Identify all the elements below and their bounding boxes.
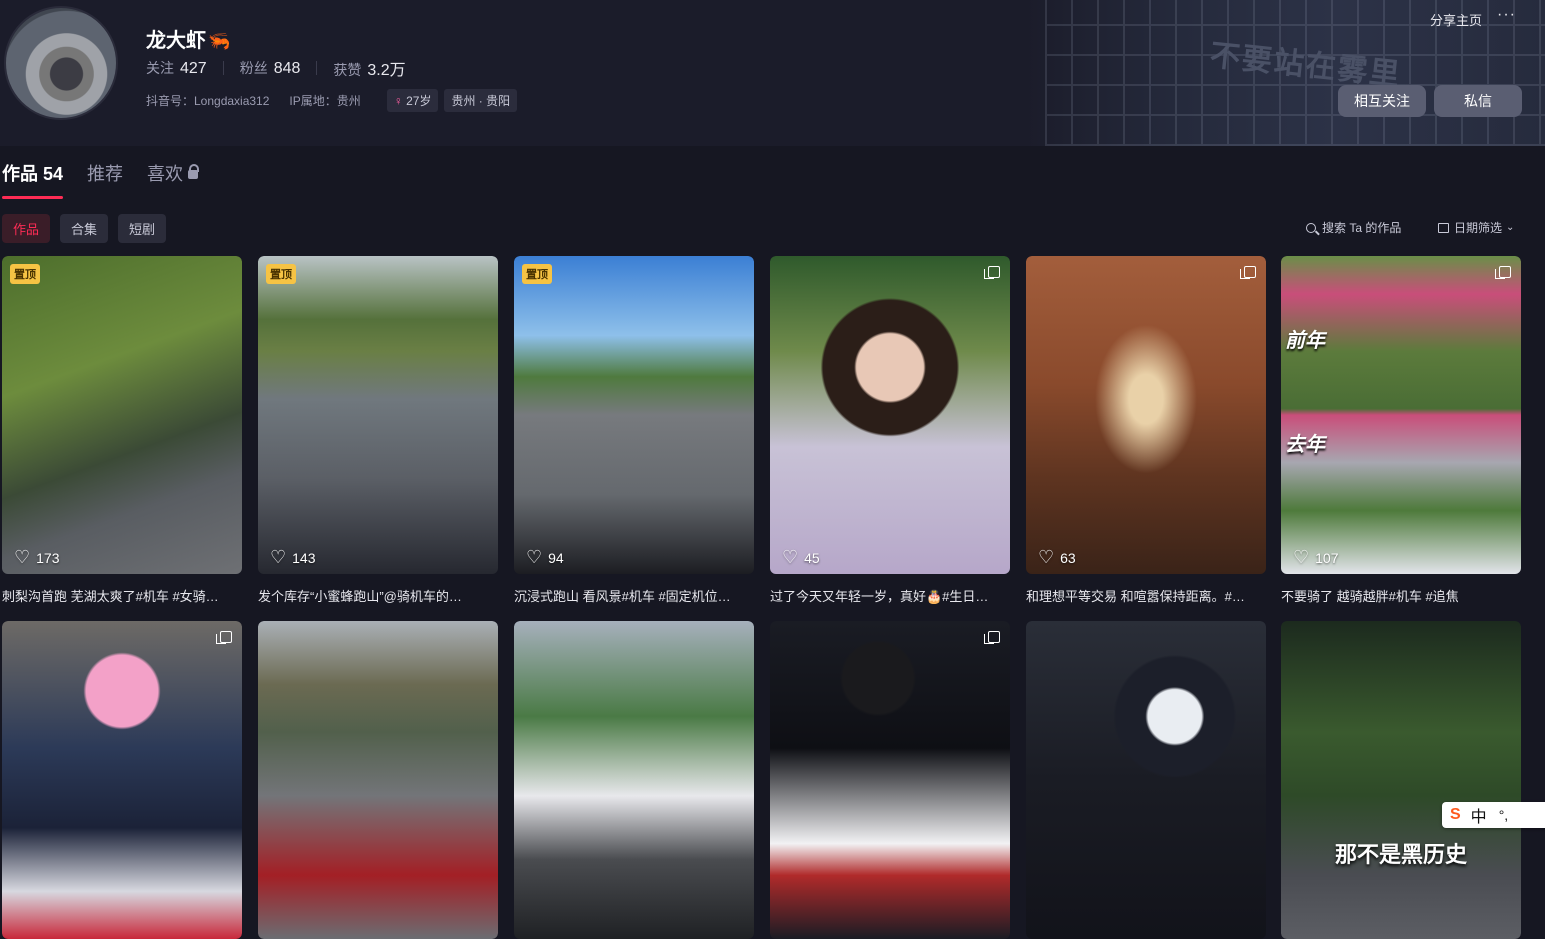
video-card[interactable]: 前年 去年 ♡ 107 不要骑了 越骑越胖#机车 #追焦 <box>1281 256 1521 605</box>
followers-stat[interactable]: 粉丝 848 <box>240 58 301 78</box>
video-thumbnail[interactable]: 那不是黑历史 <box>1281 621 1521 939</box>
subtab-collections[interactable]: 合集 <box>60 214 109 243</box>
profile-meta: 抖音号：Longdaxia312 IP属地：贵州 ♀ 27岁 贵州 · 贵阳 <box>146 89 518 112</box>
ime-toolbar[interactable]: S 中 °, <box>1442 802 1545 828</box>
avatar[interactable] <box>4 6 118 120</box>
video-thumbnail[interactable] <box>770 621 1010 939</box>
video-thumbnail[interactable]: 前年 去年 ♡ 107 <box>1281 256 1521 574</box>
overlay-text: 前年 <box>1285 330 1325 352</box>
video-thumbnail[interactable]: 置顶 ♡ 94 <box>514 256 754 574</box>
video-caption[interactable]: 和理想平等交易 和喧嚣保持距离。#… <box>1026 586 1266 605</box>
video-card[interactable] <box>2 621 242 939</box>
lock-icon <box>188 164 200 179</box>
profile-header: 不要站在雾里 龙大虾 🦐 关注 427 粉丝 848 获赞 3.2万 抖音号：Longd… <box>0 0 1545 146</box>
video-card[interactable]: ♡ 63 和理想平等交易 和喧嚣保持距离。#… <box>1026 256 1266 605</box>
female-icon: ♀ <box>393 94 403 108</box>
tab-works[interactable]: 作品 54 <box>2 160 64 200</box>
video-card[interactable]: 置顶 ♡ 94 沉浸式跑山 看风景#机车 #固定机位… <box>514 256 754 605</box>
video-card[interactable] <box>514 621 754 939</box>
like-count: ♡ 94 <box>526 547 564 567</box>
chevron-down-icon: ⌄ <box>1506 222 1515 233</box>
like-count: ♡ 45 <box>782 547 820 567</box>
video-card[interactable] <box>258 621 498 939</box>
video-caption[interactable]: 刺梨沟首跑 芜湖太爽了#机车 #女骑… <box>2 586 242 605</box>
ime-language[interactable]: 中 <box>1471 803 1487 827</box>
video-card[interactable]: 置顶 ♡ 173 刺梨沟首跑 芜湖太爽了#机车 #女骑… <box>2 256 242 605</box>
heart-icon: ♡ <box>1038 547 1055 567</box>
heart-icon: ♡ <box>526 547 543 567</box>
ip-location: IP属地：贵州 <box>289 94 361 108</box>
video-thumbnail[interactable] <box>1026 621 1266 939</box>
pinned-badge: 置顶 <box>522 264 552 284</box>
subtab-shortdrama[interactable]: 短剧 <box>118 214 167 243</box>
search-works[interactable]: 搜索 Ta 的作品 <box>1306 219 1401 236</box>
heart-icon: ♡ <box>782 547 799 567</box>
video-thumbnail[interactable] <box>258 621 498 939</box>
subtab-works[interactable]: 作品 <box>2 214 51 243</box>
video-card[interactable]: ♡ 45 过了今天又年轻一岁，真好🎂#生日… <box>770 256 1010 605</box>
gallery-icon <box>984 266 1000 279</box>
heart-icon: ♡ <box>270 547 287 567</box>
sub-tabs: 作品 合集 短剧 <box>2 214 176 243</box>
profile-tabs: 作品 54 推荐 喜欢 <box>2 160 222 200</box>
profile-name: 龙大虾 🦐 <box>146 30 231 52</box>
location-badge: 贵州 · 贵阳 <box>444 89 518 112</box>
video-caption[interactable]: 过了今天又年轻一岁，真好🎂#生日… <box>770 586 1010 605</box>
video-thumbnail[interactable] <box>2 621 242 939</box>
video-thumbnail[interactable]: 置顶 ♡ 143 <box>258 256 498 574</box>
video-card[interactable]: 那不是黑历史 <box>1281 621 1521 939</box>
mutual-follow-button[interactable]: 相互关注 <box>1338 85 1426 117</box>
age-badge: ♀ 27岁 <box>386 89 439 112</box>
message-button[interactable]: 私信 <box>1434 85 1522 117</box>
pinned-badge: 置顶 <box>10 264 40 284</box>
likes-stat: 获赞 3.2万 <box>333 62 406 79</box>
video-card[interactable] <box>1026 621 1266 939</box>
gallery-icon <box>984 631 1000 644</box>
video-card[interactable]: 置顶 ♡ 143 发个库存“小蜜蜂跑山”@骑机车的… <box>258 256 498 605</box>
more-icon[interactable]: ··· <box>1497 6 1516 24</box>
video-caption[interactable]: 沉浸式跑山 看风景#机车 #固定机位… <box>514 586 754 605</box>
overlay-text: 那不是黑历史 <box>1334 842 1467 867</box>
sogou-logo-icon: S <box>1450 806 1461 823</box>
heart-icon: ♡ <box>1293 547 1310 567</box>
ime-punctuation[interactable]: °, <box>1499 807 1509 823</box>
calendar-icon <box>1438 222 1449 233</box>
video-thumbnail[interactable] <box>514 621 754 939</box>
share-homepage-link[interactable]: 分享主页 <box>1430 10 1482 29</box>
video-thumbnail[interactable]: ♡ 45 <box>770 256 1010 574</box>
tab-recommend[interactable]: 推荐 <box>87 160 123 200</box>
video-caption[interactable]: 不要骑了 越骑越胖#机车 #追焦 <box>1281 586 1521 605</box>
like-count: ♡ 107 <box>1293 547 1339 567</box>
profile-stats: 关注 427 粉丝 848 获赞 3.2万 <box>146 56 406 80</box>
douyin-id: 抖音号：Longdaxia312 <box>146 94 270 108</box>
video-caption[interactable]: 发个库存“小蜜蜂跑山”@骑机车的… <box>258 586 498 605</box>
tab-likes[interactable]: 喜欢 <box>147 160 200 200</box>
video-thumbnail[interactable]: ♡ 63 <box>1026 256 1266 574</box>
gallery-icon <box>1240 266 1256 279</box>
overlay-text: 去年 <box>1285 434 1325 456</box>
date-filter[interactable]: 日期筛选 ⌄ <box>1438 219 1514 236</box>
video-card[interactable] <box>770 621 1010 939</box>
gallery-icon <box>216 631 232 644</box>
like-count: ♡ 143 <box>270 547 316 567</box>
following-stat[interactable]: 关注 427 <box>146 58 207 78</box>
heart-icon: ♡ <box>14 547 31 567</box>
shrimp-icon: 🦐 <box>208 31 231 51</box>
like-count: ♡ 173 <box>14 547 60 567</box>
gallery-icon <box>1495 266 1511 279</box>
video-thumbnail[interactable]: 置顶 ♡ 173 <box>2 256 242 574</box>
like-count: ♡ 63 <box>1038 547 1076 567</box>
pinned-badge: 置顶 <box>266 264 296 284</box>
search-icon <box>1306 222 1316 233</box>
